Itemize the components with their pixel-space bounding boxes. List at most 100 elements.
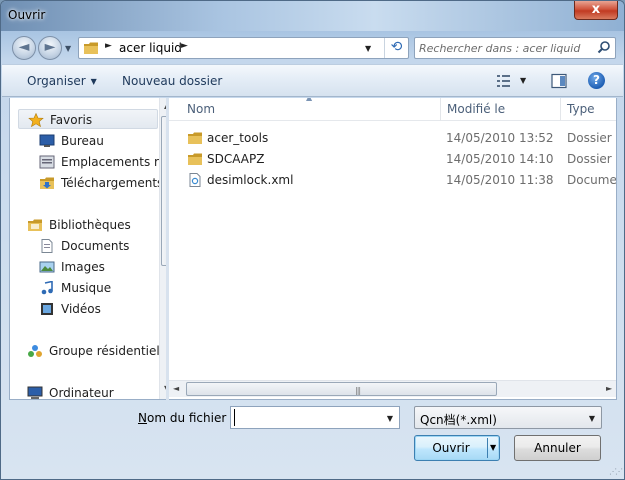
address-bar[interactable]: ► acer liquid ► ▼ ⟲ [78,37,409,59]
nav-item-label: Téléchargements [61,176,164,190]
recent-places-icon [39,155,55,169]
nav-item-favoris[interactable]: Favoris [18,109,158,129]
star-icon [28,113,44,127]
file-modified: 14/05/2010 13:52 [446,131,554,145]
file-name: acer_tools [207,131,269,145]
navigation-pane[interactable]: Favoris Bureau Emplacements ré Téléchargeme… [9,98,166,400]
chevron-down-icon: ▼ [90,77,97,86]
column-header-row: ▲ Nom Modifié le Type [169,98,616,121]
navigation-bar: ◄ ► ▼ ► acer liquid ► ▼ ⟲ [1,32,624,62]
new-folder-button[interactable]: Nouveau dossier [122,74,222,88]
nav-item-musique[interactable]: Musique [39,278,159,298]
nav-item-label: Favoris [50,113,93,127]
breadcrumb-separator-icon[interactable]: ► [105,41,112,51]
cancel-button[interactable]: Annuler [514,435,601,461]
hscrollbar-thumb[interactable]: ||| [186,382,497,396]
homegroup-icon [28,345,42,357]
recent-locations-icon[interactable]: ▼ [65,44,71,53]
file-row[interactable]: desimlock.xml 14/05/2010 11:38 Documen [169,170,617,190]
scroll-right-icon[interactable]: ► [606,384,612,393]
nav-item-label: Emplacements ré [61,155,166,169]
file-list[interactable]: ▲ Nom Modifié le Type acer_tools 14/05/20… [169,98,617,400]
nav-item-label: Documents [61,239,130,253]
file-list-hscrollbar[interactable]: ◄ ||| ► [169,380,616,397]
nav-item-label: Vidéos [61,302,101,316]
file-name: SDCAAPZ [207,152,265,166]
nav-item-téléchargements[interactable]: Téléchargements [39,173,163,193]
view-details-icon [497,75,510,87]
videos-icon [41,303,53,315]
help-button[interactable]: ? [588,72,605,89]
folder-icon [188,132,202,144]
file-type-value: Qcn档(*.xml) [420,413,497,427]
nav-pane-scrollbar[interactable]: ▲ ▼ [159,98,166,399]
filename-label-text: om du fichier : [146,411,235,425]
open-options-dropdown-icon[interactable]: ▼ [490,436,496,460]
search-box[interactable] [414,37,616,59]
open-file-dialog: Ouvrir x ◄ ► ▼ ► acer liquid ► ▼ ⟲ O [0,0,625,480]
file-row[interactable]: SDCAAPZ 14/05/2010 14:10 Dossier de [169,149,616,169]
organise-label: Organiser [27,74,86,88]
open-button-label: Ouvrir [432,441,470,455]
open-button[interactable]: Ouvrir ▼ [414,435,500,461]
nav-item-emplacements-ré[interactable]: Emplacements ré [39,152,166,172]
file-type: Documen [567,173,617,187]
nav-item-groupe-résidentiel[interactable]: Groupe résidentiel [27,341,160,361]
window-title: Ouvrir [8,8,46,22]
filename-dropdown-icon[interactable]: ▼ [387,414,393,423]
libraries-icon [28,219,42,231]
change-view-button[interactable]: ▼ [496,73,528,89]
file-row[interactable]: acer_tools 14/05/2010 13:52 Dossier de [169,128,616,148]
search-icon[interactable] [597,40,611,54]
back-button[interactable]: ◄ [12,36,36,60]
nav-item-bureau[interactable]: Bureau [39,131,159,151]
scrollbar-grip-icon: ||| [355,386,361,395]
address-dropdown-icon[interactable]: ▼ [365,44,371,53]
file-modified: 14/05/2010 14:10 [446,152,554,166]
nav-item-vidéos[interactable]: Vidéos [39,299,159,319]
column-header-name[interactable]: Nom [181,98,441,121]
close-button[interactable]: x [574,1,618,20]
organise-menu-button[interactable]: Organiser ▼ [27,74,97,88]
nav-item-ordinateur[interactable]: Ordinateur [27,383,159,400]
breadcrumb-current[interactable]: acer liquid [119,41,182,55]
refresh-button[interactable]: ⟲ [384,38,408,58]
nav-item-label: Musique [61,281,112,295]
xml-file-icon [189,173,201,187]
split-divider [487,438,488,458]
resize-grip-icon[interactable]: ⋰⋰ [609,467,623,476]
nav-item-documents[interactable]: Documents [39,236,159,256]
nav-item-label: Ordinateur [49,386,114,400]
breadcrumb-chevron-icon[interactable]: ► [181,41,188,51]
nav-item-label: Groupe résidentiel [49,344,160,358]
downloads-folder-icon [40,177,54,189]
filename-combobox[interactable]: ▼ [230,406,400,429]
nav-item-images[interactable]: Images [39,257,159,277]
column-header-type[interactable]: Type [560,98,616,121]
filename-label: Nom du fichier : [138,411,234,425]
filename-label-accesskey: N [138,411,147,425]
file-name: desimlock.xml [207,173,294,187]
scroll-left-icon[interactable]: ◄ [173,384,179,393]
file-type: Dossier de [567,131,616,145]
filename-input[interactable] [234,409,379,426]
nav-item-label: Bibliothèques [49,218,131,232]
file-type: Dossier de [567,152,616,166]
file-type-dropdown-icon[interactable]: ▼ [589,414,595,423]
desktop-icon [39,134,55,147]
music-icon [41,281,53,295]
title-bar[interactable]: Ouvrir x [1,1,624,31]
file-modified: 14/05/2010 11:38 [446,173,554,187]
command-toolbar: Organiser ▼ Nouveau dossier ▼ ? [2,64,623,97]
nav-item-bibliothèques[interactable]: Bibliothèques [27,215,159,235]
column-header-modified[interactable]: Modifié le [440,98,560,121]
forward-button[interactable]: ► [38,36,62,60]
computer-icon [27,386,43,399]
preview-pane-icon[interactable] [551,73,567,89]
documents-icon [41,239,53,253]
nav-item-label: Images [61,260,105,274]
pictures-icon [39,261,55,273]
nav-item-label: Bureau [61,134,104,148]
file-type-filter[interactable]: Qcn档(*.xml) ▼ [414,406,602,429]
search-input[interactable] [419,40,589,56]
